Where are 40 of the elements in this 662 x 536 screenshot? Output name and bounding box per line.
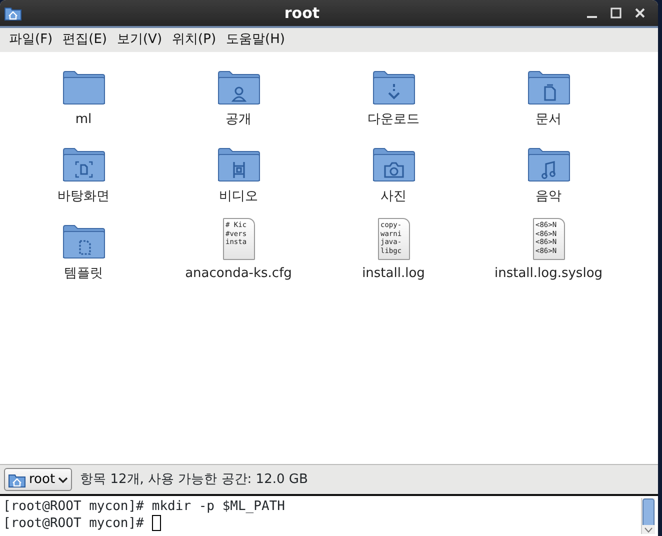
film-folder-icon[interactable] <box>216 147 260 183</box>
scroll-down-icon[interactable] <box>642 525 655 534</box>
menu-item[interactable]: 도움말(H) <box>221 28 290 52</box>
menu-item[interactable]: 위치(P) <box>167 28 222 52</box>
file-name[interactable]: 음악 <box>536 187 562 206</box>
home-folder-icon <box>8 472 26 488</box>
scrollbar[interactable] <box>641 498 655 534</box>
home-folder-icon <box>4 5 22 21</box>
file-name[interactable]: 공개 <box>226 110 252 130</box>
status-text: 항목 12개, 사용 가능한 공간: 12.0 GB <box>80 470 308 489</box>
document-folder-icon[interactable] <box>526 70 570 106</box>
file-name[interactable]: 문서 <box>536 110 562 130</box>
file-name[interactable]: install.log.syslog <box>494 264 603 284</box>
terminal-command: mkdir -p $ML_PATH <box>152 498 285 515</box>
location-dropdown[interactable]: root <box>4 468 72 491</box>
menu-item[interactable]: 파일(F) <box>4 28 58 52</box>
download-folder-icon[interactable] <box>372 70 416 106</box>
file-name[interactable]: 템플릿 <box>64 264 103 284</box>
minimize-icon <box>587 16 597 18</box>
camera-folder-icon[interactable] <box>372 147 416 183</box>
file-name[interactable]: 비디오 <box>219 187 258 206</box>
terminal-prompt: [root@ROOT mycon]# <box>3 515 144 532</box>
caret-icon <box>58 476 68 484</box>
menu-item[interactable]: 편집(E) <box>58 28 112 52</box>
desktop-folder-icon[interactable] <box>62 147 106 183</box>
file-name[interactable]: 바탕화면 <box>58 187 110 206</box>
file-name[interactable]: anaconda-ks.cfg <box>185 264 292 284</box>
maximize-icon <box>610 7 622 19</box>
person-folder-icon[interactable] <box>216 70 260 106</box>
close-icon <box>634 7 646 19</box>
file-name[interactable]: install.log <box>362 264 425 284</box>
terminal-prompt: [root@ROOT mycon]# <box>3 498 144 515</box>
menu-item[interactable]: 보기(V) <box>112 28 168 52</box>
file-name[interactable]: 다운로드 <box>368 110 420 130</box>
window-title: root <box>284 4 320 22</box>
template-folder-icon[interactable] <box>62 224 106 260</box>
file-name[interactable]: 사진 <box>380 187 406 206</box>
music-folder-icon[interactable] <box>526 147 570 183</box>
folder-icon[interactable] <box>62 70 106 106</box>
file-name[interactable]: ml <box>75 110 92 130</box>
